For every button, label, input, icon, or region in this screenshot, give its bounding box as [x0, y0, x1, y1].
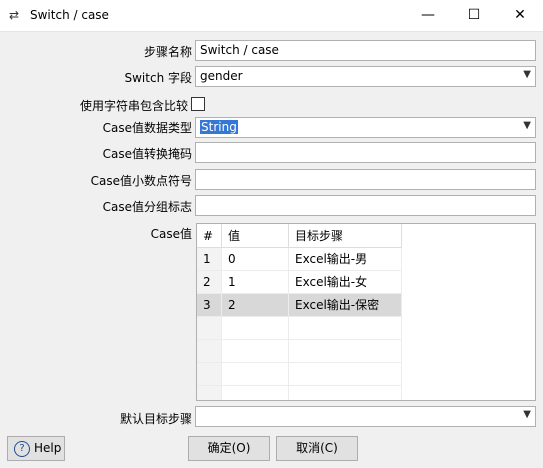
case-decimal-label: Case值小数点符号 — [90, 174, 192, 188]
help-button[interactable]: ? Help — [7, 436, 65, 461]
case-mask-label: Case值转换掩码 — [102, 147, 192, 161]
case-values-label: Case值 — [150, 227, 192, 241]
contains-compare-label: 使用字符串包含比较 — [79, 99, 188, 113]
case-values-table[interactable]: ^ # 值 目标步骤 1 0 Excel输出-男 2 1 Excel输出-女 3… — [196, 223, 536, 401]
close-button[interactable]: ✕ — [497, 0, 543, 31]
help-button-label: Help — [34, 441, 62, 455]
step-name-label: 步骤名称 — [143, 45, 192, 59]
row-target[interactable]: Excel输出-男 — [289, 248, 402, 271]
ok-button[interactable]: 确定(O) — [188, 436, 270, 461]
window-title: Switch / case — [30, 8, 109, 22]
row-value[interactable]: 2 — [222, 294, 289, 317]
case-type-select[interactable]: String ▼ — [195, 117, 536, 138]
chevron-down-icon[interactable]: ▼ — [523, 409, 531, 420]
row-index: 1 — [197, 248, 222, 271]
row-value[interactable]: 0 — [222, 248, 289, 271]
default-target-label: 默认目标步骤 — [119, 412, 192, 426]
switch-field-value: gender — [200, 69, 243, 83]
row-target[interactable]: Excel输出-女 — [289, 271, 402, 294]
default-target-select[interactable]: ▼ — [195, 406, 536, 427]
cancel-button[interactable]: 取消(C) — [276, 436, 358, 461]
transition-arrows-icon: ⇄ — [9, 8, 20, 22]
title-bar: ⇄ Switch / case — ☐ ✕ — [0, 0, 543, 32]
contains-compare-checkbox[interactable] — [191, 97, 205, 111]
column-header-index[interactable]: # — [197, 224, 222, 248]
step-name-field[interactable]: Switch / case — [195, 40, 536, 61]
question-mark-icon: ? — [14, 440, 30, 457]
case-type-value: String — [200, 120, 238, 134]
chevron-down-icon[interactable]: ▼ — [523, 69, 531, 80]
case-type-label: Case值数据类型 — [102, 121, 192, 135]
column-header-target[interactable]: 目标步骤 — [289, 224, 402, 248]
switch-field-label: Switch 字段 — [124, 71, 193, 85]
row-index: 3 — [197, 294, 222, 317]
case-group-label: Case值分组标志 — [102, 200, 192, 214]
case-mask-field[interactable] — [195, 142, 536, 163]
row-index: 2 — [197, 271, 222, 294]
switch-field-select[interactable]: gender ▼ — [195, 66, 536, 87]
minimize-button[interactable]: — — [405, 0, 451, 31]
maximize-button[interactable]: ☐ — [451, 0, 497, 31]
chevron-down-icon[interactable]: ▼ — [523, 120, 531, 131]
column-header-value[interactable]: 值 — [222, 224, 289, 248]
case-decimal-field[interactable] — [195, 169, 536, 190]
case-group-field[interactable] — [195, 195, 536, 216]
row-target[interactable]: Excel输出-保密 — [289, 294, 402, 317]
row-value[interactable]: 1 — [222, 271, 289, 294]
